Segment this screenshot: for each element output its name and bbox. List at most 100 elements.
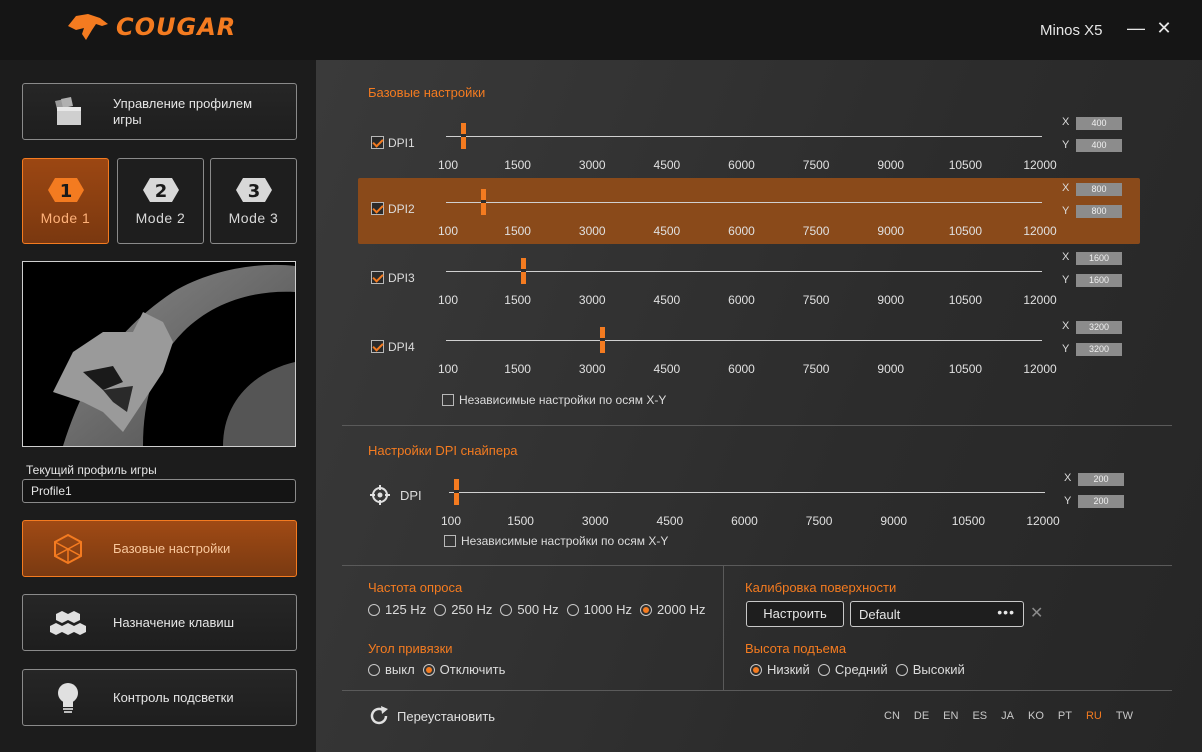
mode-2-label: Mode 2 xyxy=(135,210,186,226)
nav-basic-settings[interactable]: Базовые настройки xyxy=(22,520,297,577)
language-ja[interactable]: JA xyxy=(1001,710,1014,722)
dpi4-checkbox[interactable] xyxy=(371,340,384,353)
radio-label: 1000 Hz xyxy=(583,602,633,617)
dpi4-x-value[interactable]: 3200 xyxy=(1076,321,1122,334)
dpi4-slider-thumb[interactable] xyxy=(600,327,606,353)
radio-button[interactable] xyxy=(422,663,435,676)
radio-button[interactable] xyxy=(817,663,830,676)
language-tw[interactable]: TW xyxy=(1116,710,1133,722)
sidebar: Управление профилем игры 1 Mode 1 2 Mode… xyxy=(0,60,316,752)
tick-label: 100 xyxy=(437,293,459,307)
dpi-row-4: DPI4 100 1500 3000 4500 6000 7500 9000 10500 1200… xyxy=(358,316,1140,382)
dpi1-y-value[interactable]: 400 xyxy=(1076,139,1122,152)
dpi4-x-label: X xyxy=(1062,320,1070,332)
independent-xy-checkbox[interactable]: Независимые настройки по осям X-Y xyxy=(442,393,666,407)
tick-label: 7500 xyxy=(802,158,830,172)
tick-label: 3000 xyxy=(578,158,606,172)
polling-rate-option-5[interactable]: 2000 Hz xyxy=(640,602,705,617)
reset-button[interactable]: Переустановить xyxy=(368,705,495,727)
sniper-independent-xy-checkbox[interactable]: Независимые настройки по осям X-Y xyxy=(444,534,668,548)
radio-button[interactable] xyxy=(368,663,380,676)
language-ko[interactable]: KO xyxy=(1028,710,1044,722)
language-de[interactable]: DE xyxy=(914,710,929,722)
dpi1-checkbox[interactable] xyxy=(371,136,384,149)
language-pt[interactable]: PT xyxy=(1058,710,1072,722)
dpi2-track[interactable] xyxy=(446,202,1042,203)
sniper-independent-xy-box[interactable] xyxy=(444,535,456,547)
close-button[interactable]: ✕ xyxy=(1154,18,1174,38)
lift-height-option-1[interactable]: Низкий xyxy=(750,662,810,677)
language-ru[interactable]: RU xyxy=(1086,710,1102,722)
surface-calibration-title: Калибровка поверхности xyxy=(745,580,897,595)
surface-clear-icon[interactable]: ✕ xyxy=(1030,603,1043,623)
current-profile-field[interactable]: Profile1 xyxy=(22,479,296,503)
lift-height-option-2[interactable]: Средний xyxy=(817,662,888,677)
tick-label: 12000 xyxy=(1023,362,1057,376)
dpi2-x-value[interactable]: 800 xyxy=(1076,183,1122,196)
polling-rate-option-4[interactable]: 1000 Hz xyxy=(566,602,633,617)
dpi4-track[interactable] xyxy=(446,340,1042,341)
radio-button[interactable] xyxy=(434,603,447,616)
sniper-dpi-slider-thumb[interactable] xyxy=(453,479,459,505)
dpi2-slider-thumb[interactable] xyxy=(480,189,486,215)
angle-snapping-option-1[interactable]: выкл xyxy=(368,662,415,677)
mode-2-hexagon-icon: 2 xyxy=(142,178,179,202)
polling-rate-option-3[interactable]: 500 Hz xyxy=(500,602,559,617)
dpi3-slider-thumb[interactable] xyxy=(520,258,526,284)
radio-button[interactable] xyxy=(368,603,380,616)
polling-rate-option-1[interactable]: 125 Hz xyxy=(368,602,426,617)
dpi1-slider-thumb[interactable] xyxy=(460,123,466,149)
language-cn[interactable]: CN xyxy=(884,710,900,722)
minimize-button[interactable]: — xyxy=(1126,18,1146,38)
radio-button[interactable] xyxy=(566,603,579,616)
sniper-dpi-x-label: X xyxy=(1064,472,1072,484)
surface-profile-select[interactable]: Default ••• xyxy=(850,601,1024,627)
lift-height-option-3[interactable]: Высокий xyxy=(895,662,965,677)
profile-image xyxy=(22,261,296,447)
sniper-dpi-y-value[interactable]: 200 xyxy=(1078,495,1124,508)
dpi2-checkbox[interactable] xyxy=(371,202,384,215)
dpi3-x-value[interactable]: 1600 xyxy=(1076,252,1122,265)
dpi1-track[interactable] xyxy=(446,136,1042,137)
tick-label: 100 xyxy=(437,158,459,172)
dpi2-y-value[interactable]: 800 xyxy=(1076,205,1122,218)
polling-rate-option-2[interactable]: 250 Hz xyxy=(434,602,492,617)
nav-key-assignment[interactable]: Назначение клавиш xyxy=(22,594,297,651)
profile-management-button[interactable]: Управление профилем игры xyxy=(22,83,297,140)
independent-xy-box[interactable] xyxy=(442,394,454,406)
mode-2-button[interactable]: 2 Mode 2 xyxy=(117,158,204,244)
svg-text:3: 3 xyxy=(247,181,260,202)
dpi1-x-value[interactable]: 400 xyxy=(1076,117,1122,130)
tick-label: 6000 xyxy=(731,514,758,528)
mode-3-button[interactable]: 3 Mode 3 xyxy=(210,158,297,244)
logo-text: COUGAR xyxy=(116,13,237,41)
tick-label: 4500 xyxy=(653,224,681,238)
sniper-dpi-track[interactable] xyxy=(449,492,1045,493)
tick-label: 1500 xyxy=(504,158,531,172)
tick-label: 12000 xyxy=(1023,158,1057,172)
sniper-dpi-label: DPI xyxy=(400,488,422,503)
dpi3-checkbox[interactable] xyxy=(371,271,384,284)
dpi4-y-value[interactable]: 3200 xyxy=(1076,343,1122,356)
radio-button[interactable] xyxy=(500,603,513,616)
surface-setup-button[interactable]: Настроить xyxy=(746,601,844,627)
language-en[interactable]: EN xyxy=(943,710,958,722)
nav-lighting-control[interactable]: Контроль подсветки xyxy=(22,669,297,726)
tick-label: 100 xyxy=(440,514,462,528)
dpi3-track[interactable] xyxy=(446,271,1042,272)
radio-button[interactable] xyxy=(640,603,653,616)
mode-1-button[interactable]: 1 Mode 1 xyxy=(22,158,109,244)
more-options-icon[interactable]: ••• xyxy=(997,604,1015,620)
angle-snapping-option-2[interactable]: Отключить xyxy=(422,662,505,677)
sniper-dpi-x-value[interactable]: 200 xyxy=(1078,473,1124,486)
radio-button[interactable] xyxy=(750,663,762,676)
main-panel: Базовые настройки DPI1 100 1500 3000 4500 600… xyxy=(316,60,1202,752)
dpi3-y-value[interactable]: 1600 xyxy=(1076,274,1122,287)
nav-key-assignment-label: Назначение клавиш xyxy=(113,614,235,630)
tick-label: 10500 xyxy=(948,158,983,172)
tick-label: 100 xyxy=(437,224,459,238)
radio-button[interactable] xyxy=(895,663,908,676)
dpi2-label: DPI2 xyxy=(388,202,415,216)
independent-xy-label: Независимые настройки по осям X-Y xyxy=(459,393,667,407)
language-es[interactable]: ES xyxy=(972,710,987,722)
